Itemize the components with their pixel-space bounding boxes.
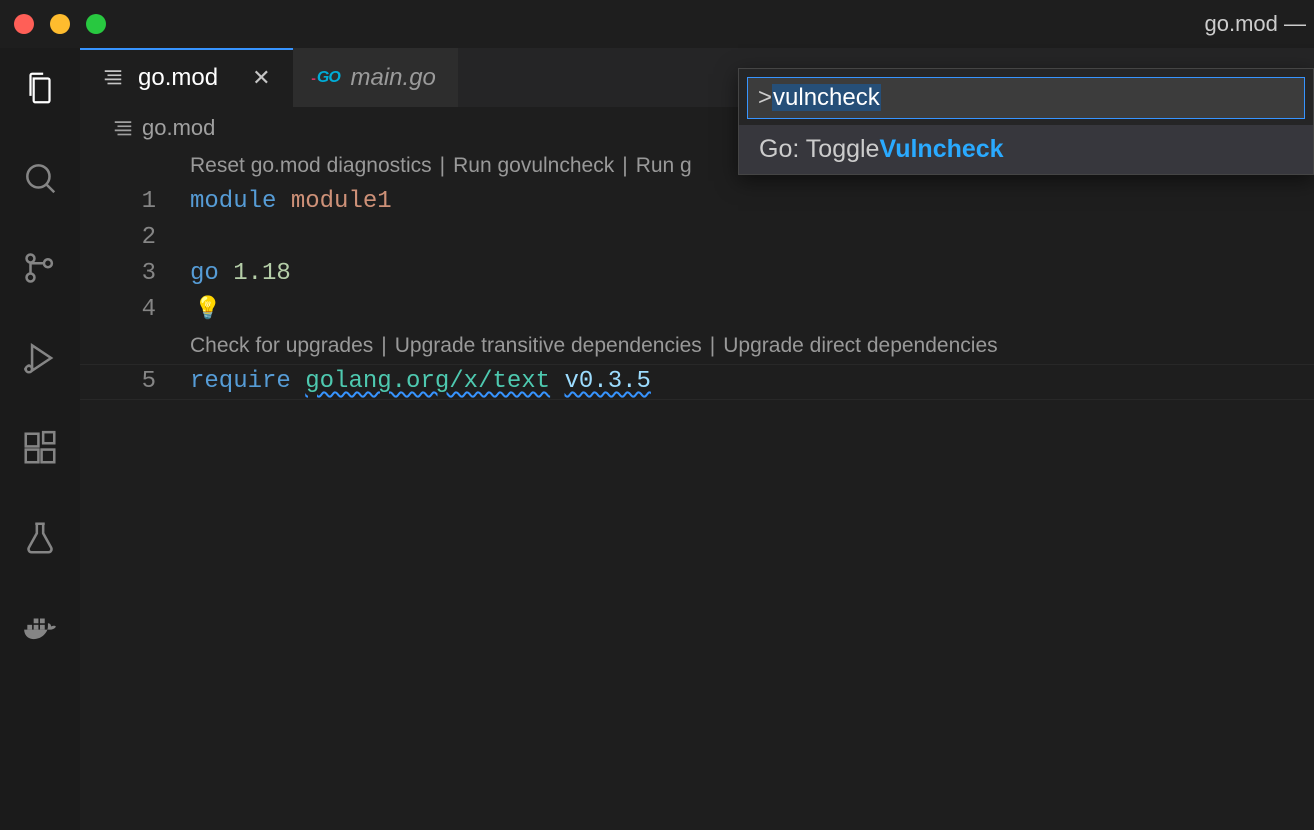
traffic-lights	[14, 14, 106, 34]
source-control-icon[interactable]	[18, 246, 62, 290]
line-number: 1	[80, 184, 156, 220]
editor-body[interactable]: 1 2 3 4 5 Reset go.mod diagnostics | Run…	[80, 148, 1314, 830]
activity-bar	[0, 48, 80, 830]
code-line[interactable]: require golang.org/x/text v0.3.5	[190, 364, 1314, 400]
titlebar: go.mod —	[0, 0, 1314, 48]
codelens-require[interactable]: Check for upgrades | Upgrade transitive …	[190, 328, 1314, 364]
code-line[interactable]	[190, 220, 1314, 256]
code-line[interactable]: module module1	[190, 184, 1314, 220]
palette-query: vulncheck	[772, 84, 881, 111]
run-debug-icon[interactable]	[18, 336, 62, 380]
line-number: 4	[80, 292, 156, 328]
testing-icon[interactable]	[18, 516, 62, 560]
gutter: 1 2 3 4 5	[80, 148, 190, 830]
close-window-icon[interactable]	[14, 14, 34, 34]
palette-item-text: Go: Toggle	[759, 135, 879, 164]
codelens-item[interactable]: Run g	[636, 148, 692, 184]
docker-icon[interactable]	[18, 606, 62, 650]
code-line[interactable]: 💡	[190, 292, 1314, 328]
tab-main-go[interactable]: -GO main.go	[293, 48, 458, 107]
line-number: 2	[80, 220, 156, 256]
code-content[interactable]: Reset go.mod diagnostics | Run govulnche…	[190, 148, 1314, 830]
go-file-icon: -GO	[315, 67, 337, 89]
explorer-icon[interactable]	[18, 66, 62, 110]
codelens-item[interactable]: Upgrade transitive dependencies	[395, 328, 702, 364]
file-icon	[102, 67, 124, 89]
codelens-item[interactable]: Run govulncheck	[453, 148, 614, 184]
window-title: go.mod —	[1205, 0, 1314, 48]
palette-prefix: >	[758, 84, 772, 111]
codelens-item[interactable]: Upgrade direct dependencies	[723, 328, 997, 364]
file-icon	[112, 118, 132, 138]
command-palette-input[interactable]: >vulncheck	[747, 77, 1305, 119]
extensions-icon[interactable]	[18, 426, 62, 470]
tab-go-mod[interactable]: go.mod ✕	[80, 48, 293, 107]
line-number: 3	[80, 256, 156, 292]
breadcrumb-file: go.mod	[142, 115, 215, 141]
close-icon[interactable]: ✕	[252, 65, 270, 91]
command-palette-item[interactable]: Go: Toggle Vulncheck	[739, 125, 1313, 174]
code-line[interactable]: go 1.18	[190, 256, 1314, 292]
search-icon[interactable]	[18, 156, 62, 200]
tab-label: go.mod	[138, 64, 218, 92]
lightbulb-icon[interactable]: 💡	[194, 292, 221, 328]
palette-item-match: Vulncheck	[879, 135, 1003, 164]
tab-label: main.go	[351, 64, 436, 92]
codelens-item[interactable]: Reset go.mod diagnostics	[190, 148, 432, 184]
maximize-window-icon[interactable]	[86, 14, 106, 34]
codelens-item[interactable]: Check for upgrades	[190, 328, 373, 364]
line-number: 5	[80, 364, 156, 400]
command-palette: >vulncheck Go: Toggle Vulncheck	[738, 68, 1314, 175]
minimize-window-icon[interactable]	[50, 14, 70, 34]
